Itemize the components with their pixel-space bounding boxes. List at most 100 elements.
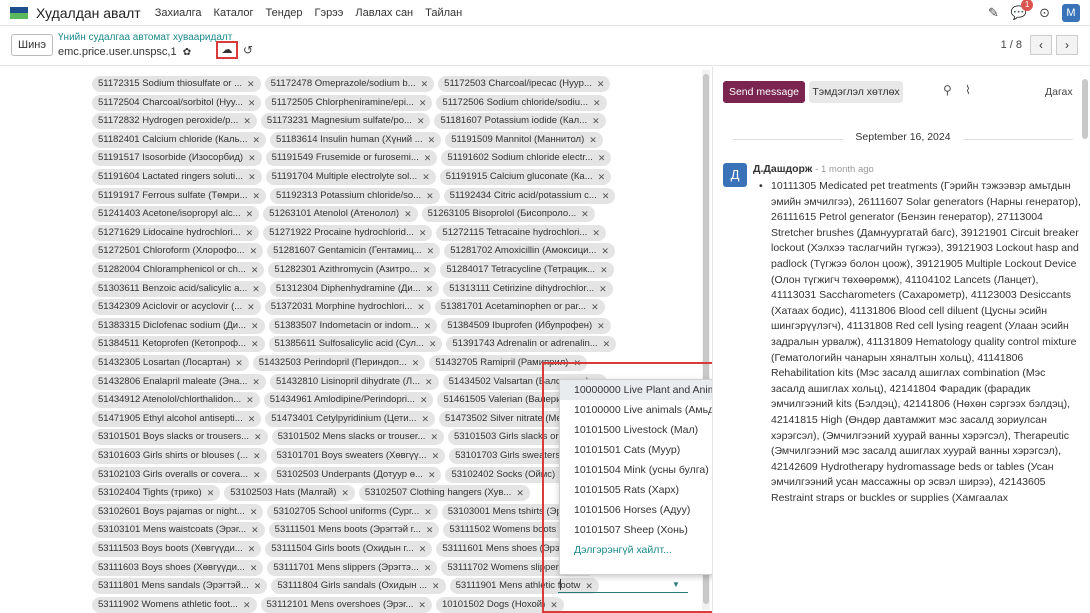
- tag-chip[interactable]: 51281607 Gentamicin (Гентамиц... ✕: [267, 243, 441, 260]
- remove-tag-icon[interactable]: ✕: [250, 560, 258, 576]
- tag-chip[interactable]: 51183614 Insulin human (Хүний ... ✕: [270, 131, 442, 148]
- discard-icon[interactable]: ↺: [243, 43, 253, 57]
- remove-tag-icon[interactable]: ✕: [246, 206, 254, 222]
- tag-chip[interactable]: 51191549 Frusemide or furosemi... ✕: [265, 150, 438, 167]
- remove-tag-icon[interactable]: ✕: [573, 355, 581, 371]
- remove-tag-icon[interactable]: ✕: [341, 485, 349, 501]
- remove-tag-icon[interactable]: ✕: [248, 411, 256, 427]
- app-menu-icon[interactable]: [10, 6, 28, 19]
- save-cloud-icon[interactable]: ☁: [216, 41, 238, 59]
- tag-chip[interactable]: 51432810 Lisinopril dihydrate (Л... ✕: [269, 373, 439, 390]
- app-brand[interactable]: Худалдан авалт: [36, 5, 141, 21]
- tag-chip[interactable]: 53102103 Girls overalls or covera... ✕: [92, 466, 267, 483]
- tag-chip[interactable]: 51191604 Lactated ringers soluti... ✕: [92, 169, 262, 185]
- tag-chip[interactable]: 51172478 Omeprazole/sodium b... ✕: [264, 76, 435, 92]
- remove-tag-icon[interactable]: ✕: [422, 169, 430, 185]
- remove-tag-icon[interactable]: ✕: [600, 262, 608, 278]
- tag-chip[interactable]: 51172832 Hydrogen peroxide/p... ✕: [92, 113, 257, 130]
- pager-prev-button[interactable]: ‹: [1030, 35, 1052, 55]
- remove-tag-icon[interactable]: ✕: [251, 336, 259, 352]
- tag-chip[interactable]: 51385611 Sulfosalicylic acid (Сул... ✕: [268, 336, 443, 353]
- tag-chip[interactable]: 53102601 Boys pajamas or night... ✕: [92, 503, 264, 520]
- tag-chip[interactable]: 53101502 Mens slacks or trouser... ✕: [271, 429, 444, 446]
- tag-chip[interactable]: 53111603 Boys shoes (Хөвгүүди... ✕: [92, 559, 264, 576]
- tag-chip[interactable]: 51173231 Magnesium sulfate/po... ✕: [260, 113, 431, 130]
- remove-tag-icon[interactable]: ✕: [432, 578, 440, 594]
- remove-tag-icon[interactable]: ✕: [404, 206, 412, 222]
- remove-tag-icon[interactable]: ✕: [589, 132, 597, 148]
- new-button[interactable]: Шинэ: [11, 34, 53, 56]
- tag-chip[interactable]: 53102507 Clothing hangers (Хув... ✕: [358, 485, 530, 502]
- edit-icon[interactable]: ✎: [988, 5, 999, 21]
- pager-value[interactable]: 1 / 8: [1001, 39, 1022, 51]
- remove-tag-icon[interactable]: ✕: [248, 169, 256, 185]
- remove-tag-icon[interactable]: ✕: [254, 429, 262, 445]
- remove-tag-icon[interactable]: ✕: [419, 95, 427, 111]
- tag-chip[interactable]: 51303611 Benzoic acid/salicylic a... ✕: [92, 280, 266, 297]
- tag-chip[interactable]: 51241403 Acetone/isopropyl alc... ✕: [92, 206, 260, 223]
- tag-chip[interactable]: 53111501 Mens boots (Эрэгтэй г... ✕: [268, 522, 440, 539]
- send-message-button[interactable]: Send message: [723, 81, 805, 103]
- remove-tag-icon[interactable]: ✕: [428, 132, 436, 148]
- tag-chip[interactable]: 51432806 Enalapril maleate (Эна... ✕: [92, 373, 266, 390]
- tag-chip[interactable]: 51313111 Cetirizine dihydrochlor... ✕: [443, 280, 613, 297]
- remove-tag-icon[interactable]: ✕: [597, 318, 605, 334]
- tag-chip[interactable]: 53101603 Girls shirts or blouses (... ✕: [92, 448, 267, 464]
- nav-item-orders[interactable]: Захиалга: [155, 7, 202, 19]
- remove-tag-icon[interactable]: ✕: [429, 336, 437, 352]
- tag-chip[interactable]: 53101501 Boys slacks or trousers... ✕: [92, 429, 268, 446]
- remove-tag-icon[interactable]: ✕: [426, 281, 434, 297]
- remove-tag-icon[interactable]: ✕: [420, 392, 428, 408]
- remove-tag-icon[interactable]: ✕: [591, 299, 599, 315]
- tag-chip[interactable]: 51281702 Amoxicillin (Амоксици... ✕: [444, 243, 615, 260]
- remove-tag-icon[interactable]: ✕: [598, 169, 606, 185]
- tag-chip[interactable]: 51432503 Perindopril (Периндоп... ✕: [252, 355, 426, 371]
- tag-chip[interactable]: 53101701 Boys sweaters (Хөвгүү... ✕: [270, 448, 446, 464]
- remove-tag-icon[interactable]: ✕: [253, 188, 261, 204]
- remove-tag-icon[interactable]: ✕: [254, 578, 262, 594]
- tag-chip[interactable]: 53102503 Hats (Малгай) ✕: [224, 485, 355, 502]
- remove-tag-icon[interactable]: ✕: [252, 132, 260, 148]
- remove-tag-icon[interactable]: ✕: [250, 243, 258, 259]
- tag-chip[interactable]: 51192434 Citric acid/potassium c... ✕: [443, 187, 616, 204]
- remove-tag-icon[interactable]: ✕: [424, 150, 432, 166]
- remove-tag-icon[interactable]: ✕: [248, 541, 256, 557]
- remove-tag-icon[interactable]: ✕: [424, 318, 432, 334]
- tag-chip[interactable]: 53111902 Womens athletic foot... ✕: [92, 596, 257, 613]
- tag-chip[interactable]: 53111801 Mens sandals (Эрэгтэй... ✕: [92, 578, 268, 595]
- remove-tag-icon[interactable]: ✕: [598, 150, 606, 166]
- remove-tag-icon[interactable]: ✕: [592, 225, 600, 241]
- tag-chip[interactable]: 51191517 Isosorbide (Изосорбид) ✕: [92, 150, 262, 167]
- tag-chip[interactable]: 51282301 Azithromycin (Азитро... ✕: [268, 262, 437, 278]
- tag-chip[interactable]: 51381701 Acetaminophen or par... ✕: [434, 299, 605, 316]
- tag-chip[interactable]: 51172504 Charcoal/sorbitol (Hyy... ✕: [92, 94, 262, 111]
- tag-chip[interactable]: 51172505 Chlorpheniramine/epi... ✕: [265, 94, 433, 111]
- tag-chip[interactable]: 53111804 Girls sandals (Охидын ... ✕: [271, 578, 446, 595]
- tag-chip[interactable]: 51383315 Diclofenac sodium (Ди... ✕: [92, 317, 265, 334]
- remove-tag-icon[interactable]: ✕: [243, 597, 251, 613]
- tag-chip[interactable]: 51383507 Indometacin or indom... ✕: [268, 317, 438, 334]
- remove-tag-icon[interactable]: ✕: [421, 411, 429, 427]
- remove-tag-icon[interactable]: ✕: [423, 262, 431, 278]
- tag-chip[interactable]: 51191917 Ferrous sulfate (Төмри... ✕: [92, 187, 267, 204]
- tag-chip[interactable]: 51342309 Aciclovir or acyclovir (... ✕: [92, 299, 261, 316]
- tag-chip[interactable]: 51191704 Multiple electrolyte sol... ✕: [265, 169, 436, 185]
- tag-chip[interactable]: 53102404 Tights (трико) ✕: [92, 485, 221, 502]
- nav-item-report[interactable]: Тайлан: [425, 7, 462, 19]
- tag-chip[interactable]: 51272501 Chloroform (Хлорофо... ✕: [92, 243, 264, 260]
- nav-item-contract[interactable]: Гэрээ: [315, 7, 344, 19]
- remove-tag-icon[interactable]: ✕: [253, 448, 261, 464]
- breadcrumb-parent[interactable]: Үнийн судалгаа автомат хувааридалт: [58, 32, 232, 43]
- remove-tag-icon[interactable]: ✕: [593, 95, 601, 111]
- remove-tag-icon[interactable]: ✕: [425, 374, 433, 390]
- tag-chip[interactable]: 51471905 Ethyl alcohol antisepti... ✕: [92, 410, 262, 427]
- tag-chip[interactable]: 53111503 Boys boots (Хөвгүүди... ✕: [92, 541, 262, 557]
- tags-input[interactable]: [558, 577, 688, 593]
- clock-icon[interactable]: ⊙: [1039, 5, 1050, 21]
- remove-tag-icon[interactable]: ✕: [412, 355, 420, 371]
- remove-tag-icon[interactable]: ✕: [252, 281, 260, 297]
- user-avatar[interactable]: M: [1062, 3, 1080, 22]
- remove-tag-icon[interactable]: ✕: [248, 95, 256, 111]
- remove-tag-icon[interactable]: ✕: [599, 281, 607, 297]
- chatter-scrollbar[interactable]: [1082, 79, 1088, 139]
